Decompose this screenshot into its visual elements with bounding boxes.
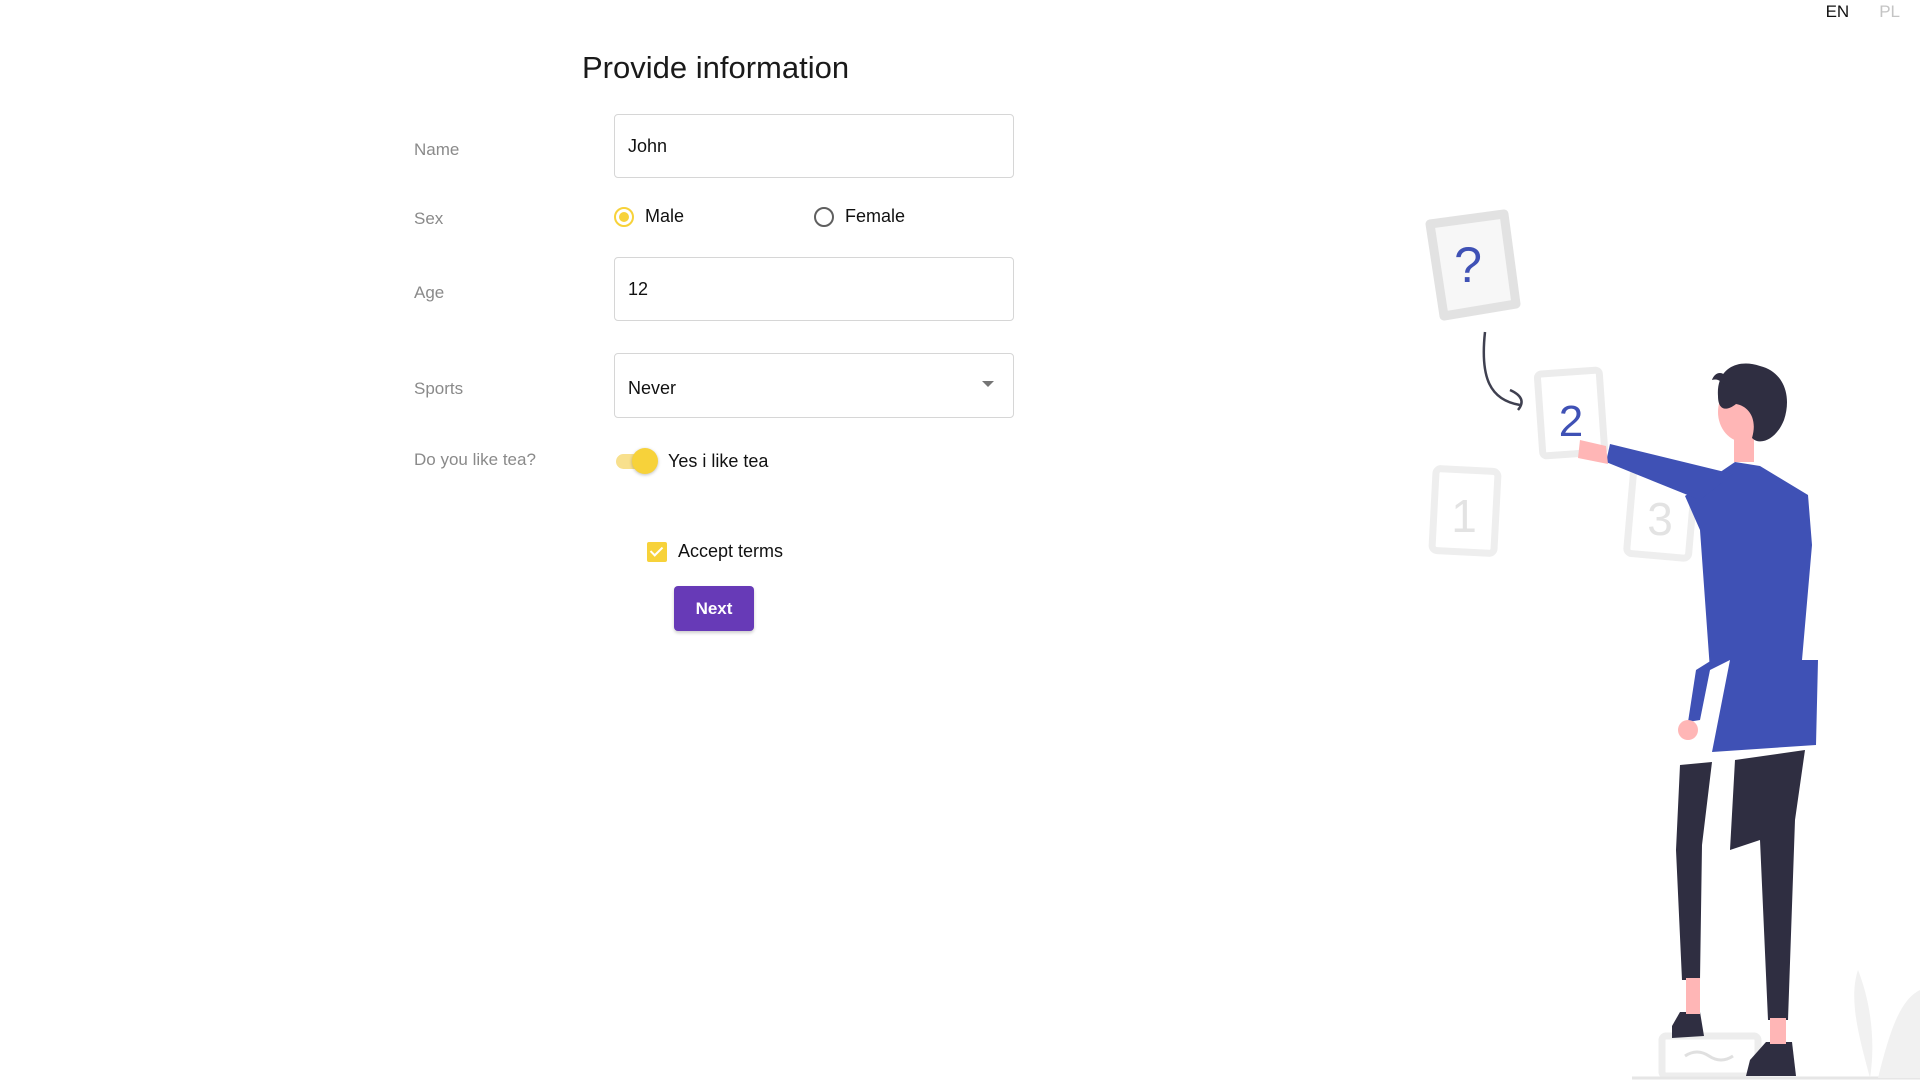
ground-card-icon [1658, 1032, 1762, 1080]
language-option-pl[interactable]: PL [1879, 2, 1900, 22]
question-card-icon: ? [1425, 209, 1521, 321]
sex-option-male[interactable]: Male [614, 206, 684, 227]
card-two-icon: 2 [1533, 366, 1609, 460]
language-option-en[interactable]: EN [1826, 2, 1850, 22]
radio-unchecked-icon[interactable] [814, 206, 834, 227]
sex-option-female-label: Female [845, 206, 906, 226]
sex-option-male-label: Male [645, 206, 685, 226]
page-title: Provide information [582, 50, 850, 85]
next-button[interactable]: Next [674, 586, 754, 631]
card-two-symbol: 2 [1559, 397, 1583, 446]
age-input[interactable] [614, 257, 1014, 321]
person-with-cards-illustration: ? 2 1 3 [1425, 209, 1920, 1080]
sex-label: Sex [414, 209, 444, 228]
accept-terms-row[interactable]: Accept terms [647, 541, 783, 562]
card-three-symbol: 3 [1647, 493, 1673, 545]
checkbox-checked-icon[interactable] [647, 541, 667, 562]
page: EN PL Provide information Name Sex Male … [0, 0, 1920, 1080]
tea-toggle-label: Yes i like tea [668, 450, 769, 471]
card-one-icon: 1 [1428, 465, 1502, 557]
age-label: Age [414, 283, 445, 302]
radio-checked-icon[interactable] [614, 206, 634, 227]
curved-arrow-icon [1482, 331, 1521, 407]
caret-down-icon [982, 380, 994, 387]
arrow-head-icon [1509, 388, 1523, 411]
tea-toggle-row[interactable]: Yes i like tea [614, 448, 768, 474]
card-one-symbol: 1 [1451, 490, 1477, 542]
name-input[interactable] [614, 114, 1014, 178]
sports-select-value: Never [628, 378, 677, 398]
question-card-symbol: ? [1454, 237, 1482, 293]
toggle-thumb[interactable] [632, 448, 658, 474]
sports-select[interactable]: Never [614, 353, 1014, 418]
tea-toggle[interactable] [614, 448, 658, 474]
sports-label: Sports [414, 379, 464, 398]
sex-option-female[interactable]: Female [814, 206, 905, 227]
person-figure [1578, 363, 1818, 1076]
tea-label: Do you like tea? [414, 450, 536, 469]
accept-terms-label: Accept terms [678, 541, 784, 561]
language-switcher: EN PL [1826, 2, 1900, 22]
plant-icon [1854, 970, 1920, 1078]
name-label: Name [414, 140, 460, 159]
